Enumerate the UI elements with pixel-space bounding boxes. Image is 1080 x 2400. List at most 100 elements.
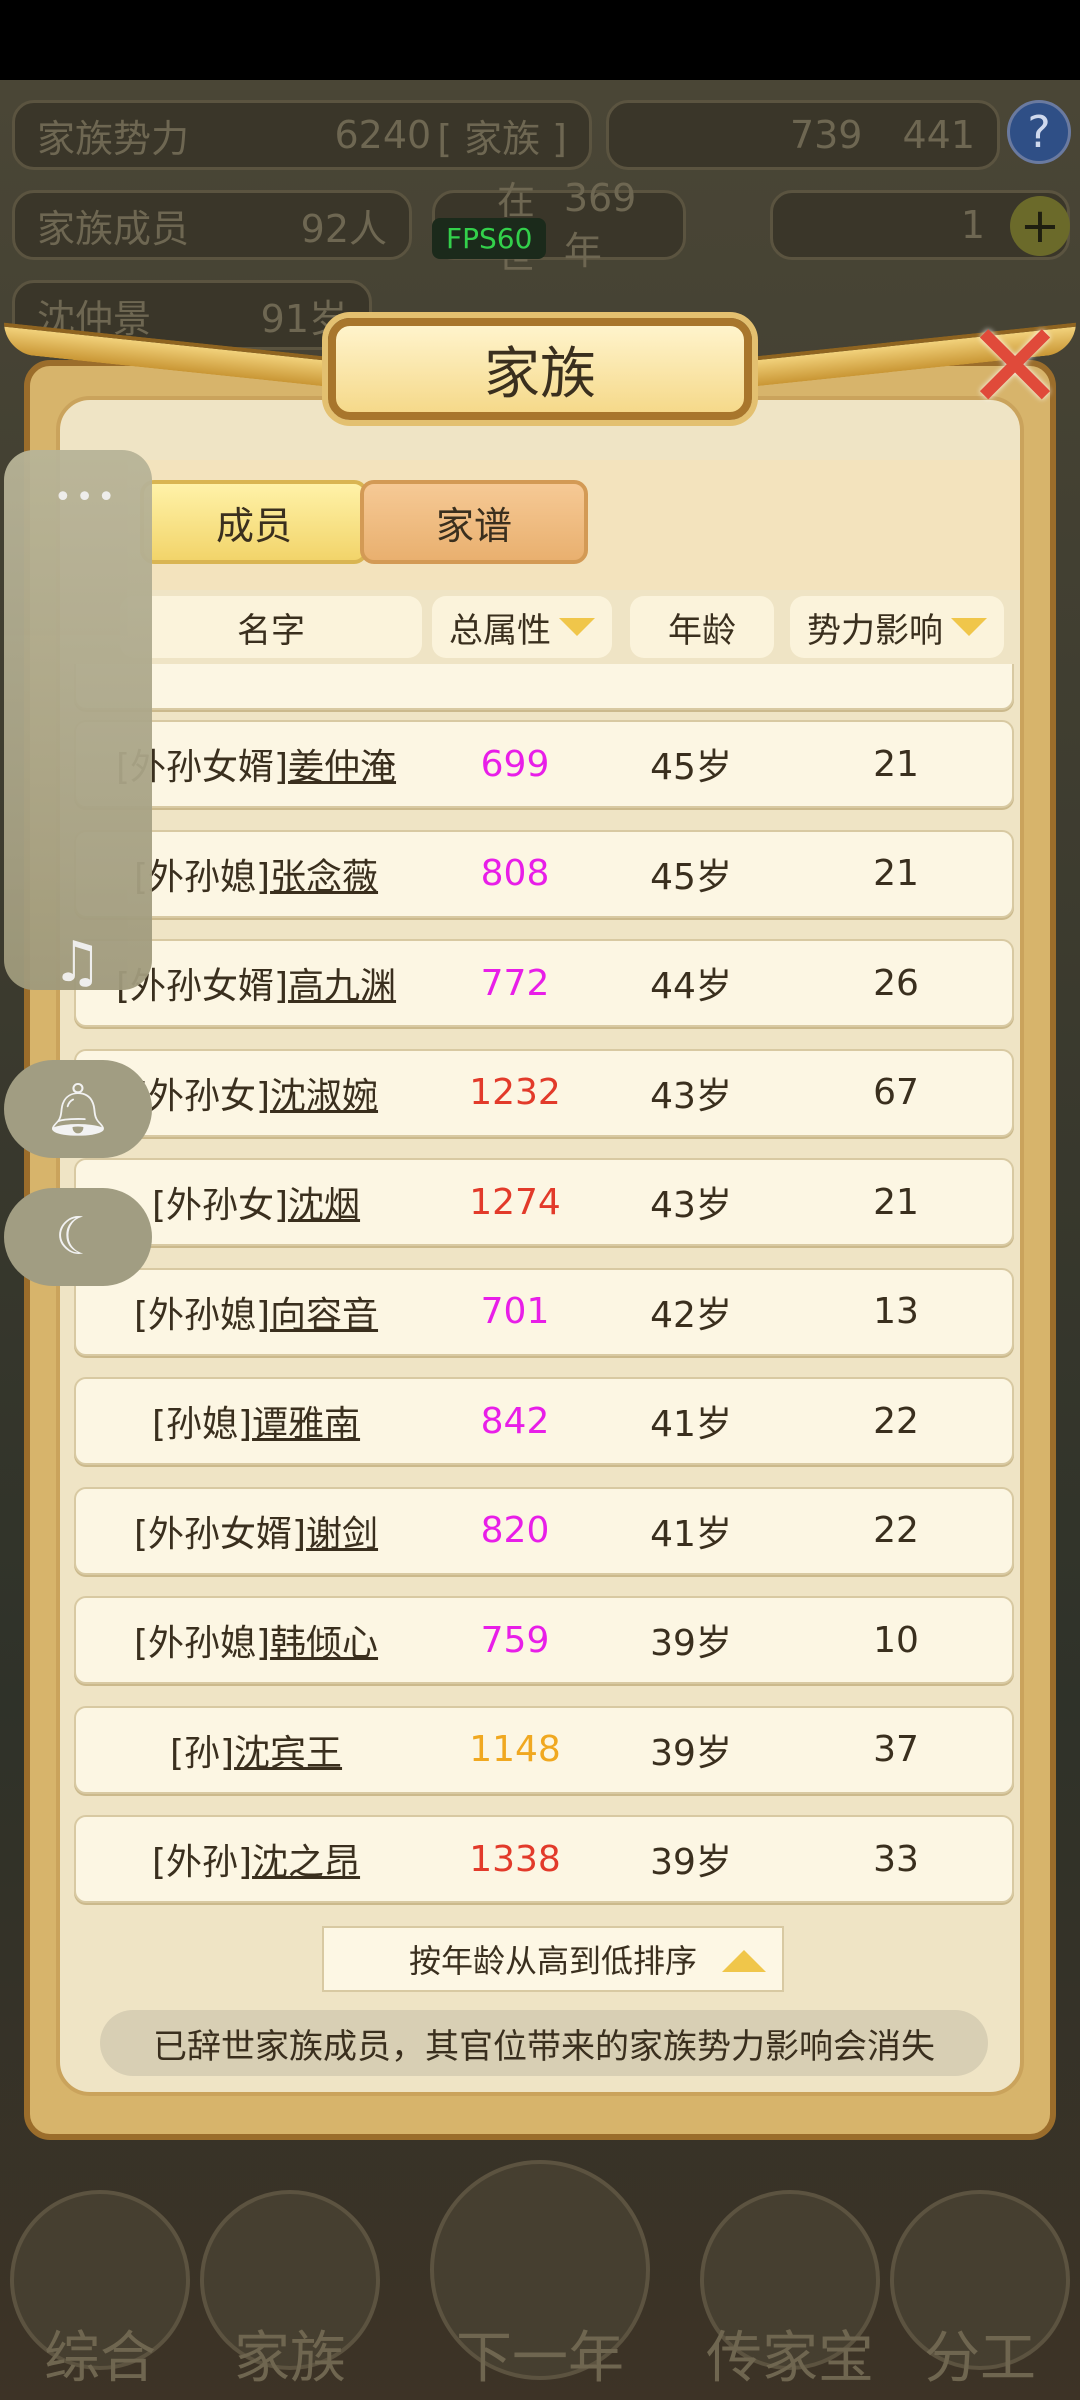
member-name-link[interactable]: 沈淑婉 [270, 1067, 378, 1119]
tab-genealogy[interactable]: 家谱 [360, 480, 588, 564]
table-row[interactable]: [外孙女] 沈烟 1274 43岁 21 [74, 1158, 1014, 1246]
member-influence: 22 [873, 1510, 919, 1551]
nav-item-heirloom[interactable]: 传家宝 [690, 2190, 890, 2400]
nav-item-division[interactable]: 分工 [880, 2190, 1080, 2400]
member-attr: 808 [480, 853, 550, 894]
member-age: 43岁 [650, 1185, 732, 1226]
member-influence: 21 [873, 1181, 919, 1223]
member-attr: 842 [480, 1400, 550, 1442]
currency-pill: 739 441 [606, 100, 1000, 170]
member-influence: 22 [873, 1400, 919, 1442]
table-row[interactable]: [外孙女婿] 高九渊 772 44岁 26 [74, 939, 1014, 1027]
family-members-pill: 家族成员 92人 [12, 190, 412, 260]
bell-icon: 🔔︎ [44, 1079, 111, 1140]
column-header-attr[interactable]: 总属性 [432, 596, 612, 658]
member-attr: 1338 [469, 1838, 561, 1880]
member-title: [外孙女] [151, 1185, 289, 1226]
nav-label: 分工 [924, 2326, 1036, 2391]
column-age-label: 年龄 [668, 610, 736, 651]
nav-item-next-year[interactable]: 下一年 [430, 2160, 650, 2400]
table-row[interactable]: [外孙媳] 韩倾心 759 39岁 10 [74, 1596, 1014, 1684]
member-attr: 701 [480, 1291, 550, 1332]
table-row[interactable]: [外孙女婿] 谢剑 820 41岁 22 [74, 1486, 1014, 1575]
member-name-cell: [外孙媳] 韩倾心 [76, 1598, 436, 1682]
member-name-link[interactable]: 沈宾王 [234, 1724, 342, 1776]
table-row[interactable]: [孙] 沈宾王 1148 39岁 37 [74, 1705, 1014, 1794]
member-influence: 67 [873, 1072, 919, 1113]
member-attr: 1148 [469, 1729, 561, 1770]
member-title: [孙媳] [151, 1404, 253, 1445]
member-age: 39岁 [650, 1623, 732, 1664]
family-members-value: 92人 [300, 206, 387, 251]
nav-item-overview[interactable]: 综合 [0, 2190, 200, 2400]
table-row[interactable]: [外孙] 沈之昂 1338 39岁 33 [74, 1815, 1014, 1903]
member-list[interactable]: [外孙女婿] 姜仲淹 699 45岁 21 [外孙媳] 张念薇 808 45岁 21 [外孙女婿] 高… [74, 664, 1014, 1910]
night-mode-button[interactable]: ☾ [4, 1188, 152, 1286]
member-influence: 21 [873, 743, 919, 785]
member-title: [外孙女] [133, 1075, 271, 1117]
nav-label: 家族 [234, 2326, 346, 2391]
member-age: 45岁 [650, 856, 732, 898]
member-name-link[interactable]: 沈之昂 [252, 1833, 360, 1885]
family-panel: 成员 家谱 名字 总属性 年龄 势力影响 [外孙女婿] 姜仲淹 699 45岁 21 [外… [24, 360, 1056, 2140]
sort-button[interactable]: 按年龄从高到低排序 [322, 1926, 784, 1992]
member-name-link[interactable]: 沈烟 [288, 1176, 360, 1228]
member-name-link[interactable]: 韩倾心 [270, 1614, 378, 1666]
column-header-influence[interactable]: 势力影响 [790, 596, 1004, 658]
currency-b: 441 [902, 113, 975, 157]
sort-up-icon [722, 1950, 766, 1972]
member-age: 44岁 [650, 966, 732, 1007]
member-attr: 1274 [469, 1181, 561, 1223]
table-row[interactable]: [外孙媳] 张念薇 808 45岁 21 [74, 829, 1014, 918]
family-power-value: 6240 [334, 113, 432, 157]
member-title: [孙] [169, 1732, 235, 1774]
member-age: 39岁 [650, 1842, 732, 1883]
bottom-nav: 综合 家族 下一年 传家宝 分工 [0, 2160, 1080, 2400]
member-influence: 10 [873, 1619, 919, 1661]
table-row-partial[interactable] [74, 664, 1014, 710]
member-attr: 759 [480, 1619, 550, 1661]
table-row[interactable]: [外孙女] 沈淑婉 1232 43岁 67 [74, 1048, 1014, 1137]
member-name-link[interactable]: 张念薇 [270, 848, 378, 900]
nav-item-family[interactable]: 家族 [190, 2190, 390, 2400]
plus-icon[interactable]: + [1010, 196, 1070, 256]
member-name-cell: [孙媳] 谭雅南 [76, 1379, 436, 1463]
member-attr: 1232 [469, 1072, 561, 1113]
music-note-icon[interactable]: ♫ [52, 930, 102, 995]
column-name-label: 名字 [237, 610, 305, 651]
floating-toolbar[interactable]: ••• ♫ [4, 450, 152, 995]
family-power-pill: 家族势力 6240 [ 家族 ] [12, 100, 592, 170]
status-bar [0, 0, 1080, 80]
member-title: [外孙媳] [133, 1623, 271, 1664]
member-name-cell: [孙] 沈宾王 [76, 1708, 436, 1792]
column-header-name[interactable]: 名字 [120, 596, 422, 658]
member-age: 41岁 [650, 1404, 732, 1445]
member-title: [外孙媳] [133, 1294, 271, 1336]
member-name-cell: [外孙女婿] 谢剑 [76, 1489, 436, 1573]
member-age: 39岁 [650, 1732, 732, 1774]
member-name-link[interactable]: 谢剑 [306, 1505, 378, 1557]
member-name-link[interactable]: 高九渊 [288, 957, 396, 1009]
sort-down-icon [951, 618, 987, 636]
column-influence-label: 势力影响 [807, 610, 943, 651]
member-name-link[interactable]: 姜仲淹 [288, 738, 396, 790]
member-name-link[interactable]: 谭雅南 [252, 1395, 360, 1447]
member-influence: 37 [873, 1729, 919, 1770]
currency-a: 739 [789, 113, 863, 157]
table-row[interactable]: [外孙女婿] 姜仲淹 699 45岁 21 [74, 720, 1014, 808]
moon-icon: ☾ [54, 1207, 102, 1267]
help-icon[interactable]: ? [1007, 100, 1071, 164]
member-age: 45岁 [650, 747, 732, 788]
member-title: [外孙] [151, 1842, 253, 1883]
member-name-link[interactable]: 向容音 [270, 1286, 378, 1338]
member-title: [外孙女婿] [133, 1513, 307, 1555]
table-row[interactable]: [外孙媳] 向容音 701 42岁 13 [74, 1267, 1014, 1356]
column-header-age[interactable]: 年龄 [630, 596, 774, 658]
fps-counter: FPS60 [432, 218, 547, 259]
member-influence: 33 [873, 1838, 919, 1880]
bell-button[interactable]: 🔔︎ [4, 1060, 152, 1158]
more-dots-icon[interactable]: ••• [54, 480, 119, 515]
close-icon[interactable]: ✕ [960, 308, 1070, 428]
table-row[interactable]: [孙媳] 谭雅南 842 41岁 22 [74, 1377, 1014, 1465]
tab-members[interactable]: 成员 [140, 480, 368, 564]
